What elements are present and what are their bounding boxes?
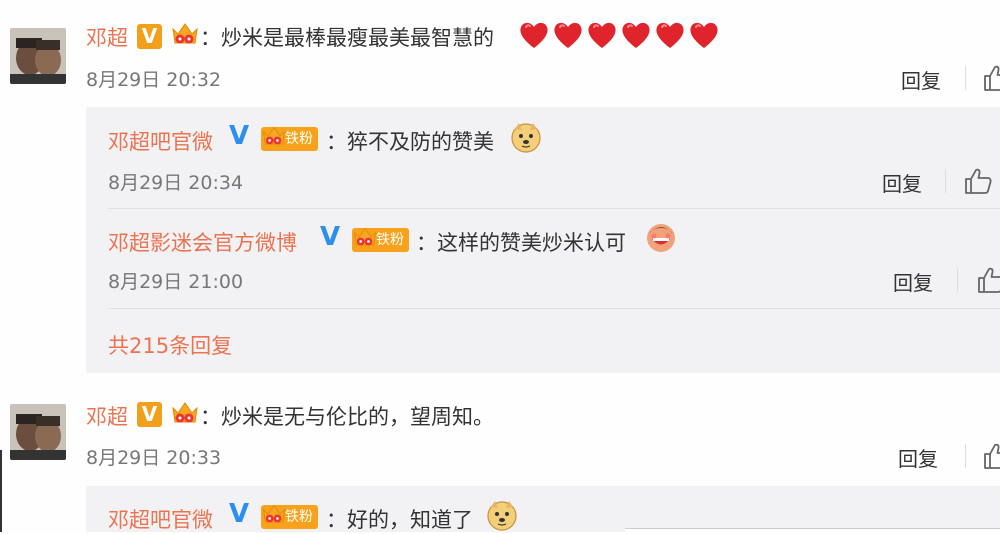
- reply-time: 8月29日 20:34: [108, 172, 244, 194]
- badge-label: 铁粉: [285, 509, 313, 525]
- comment-author[interactable]: 邓超: [86, 22, 128, 52]
- verified-v-blue-icon: V: [229, 499, 250, 529]
- divider: [957, 268, 958, 292]
- doge-icon: [486, 499, 518, 531]
- crown-heart-icon: [170, 400, 200, 428]
- hearts-row: [518, 20, 720, 50]
- crown-heart-icon: [261, 123, 287, 151]
- comment-text: ：炒米是无与伦比的，望周知。: [200, 405, 494, 429]
- doge-icon: [510, 121, 542, 153]
- verified-v-orange-icon: V: [137, 402, 162, 427]
- reply-button[interactable]: 回复: [898, 443, 938, 472]
- heart-icon: [518, 20, 550, 50]
- reply-author[interactable]: 邓超吧官微: [108, 504, 213, 534]
- verified-v-orange-icon: V: [137, 24, 162, 49]
- reply-button[interactable]: 回复: [901, 65, 941, 94]
- more-replies-link[interactable]: 共215条回复: [108, 330, 232, 360]
- comment-time: 8月29日 20:33: [86, 447, 222, 469]
- verified-v-blue-icon: V: [229, 121, 250, 151]
- reply-text: ：好的，知道了: [326, 508, 473, 532]
- divider: [965, 66, 966, 90]
- heart-icon: [620, 20, 652, 50]
- reply-time: 8月29日 21:00: [108, 271, 244, 293]
- heart-icon: [688, 20, 720, 50]
- like-icon[interactable]: [982, 63, 1000, 93]
- overlay-edge: [625, 528, 1000, 533]
- like-icon[interactable]: [982, 441, 1000, 471]
- iron-fan-badge: 铁粉: [261, 127, 318, 151]
- heart-icon: [586, 20, 618, 50]
- like-icon[interactable]: [963, 166, 993, 196]
- divider: [108, 208, 1000, 209]
- crown-heart-icon: [170, 21, 200, 49]
- avatar[interactable]: [10, 28, 66, 84]
- crown-heart-icon: [352, 224, 378, 252]
- blush-face-icon: [645, 222, 677, 254]
- heart-icon: [654, 20, 686, 50]
- divider: [108, 308, 1000, 309]
- badge-label: 铁粉: [376, 232, 404, 248]
- reply-author[interactable]: 邓超影迷会官方微博: [108, 227, 297, 257]
- reply-button[interactable]: 回复: [882, 168, 922, 197]
- comment-text: ：炒米是最棒最瘦最美最智慧的: [200, 26, 494, 50]
- reply-box: [86, 486, 1000, 532]
- crown-heart-icon: [261, 501, 287, 529]
- like-icon[interactable]: [976, 265, 1000, 295]
- badge-label: 铁粉: [285, 131, 313, 147]
- window-edge: [0, 450, 2, 532]
- iron-fan-badge: 铁粉: [352, 228, 409, 252]
- verified-v-blue-icon: V: [320, 222, 341, 252]
- divider: [945, 169, 946, 193]
- divider: [965, 444, 966, 468]
- reply-author[interactable]: 邓超吧官微: [108, 126, 213, 156]
- comment-time: 8月29日 20:32: [86, 69, 222, 91]
- reply-text: ：猝不及防的赞美: [326, 130, 494, 154]
- iron-fan-badge: 铁粉: [261, 505, 318, 529]
- reply-button[interactable]: 回复: [893, 267, 933, 296]
- avatar[interactable]: [10, 404, 66, 460]
- heart-icon: [552, 20, 584, 50]
- comment-author[interactable]: 邓超: [86, 401, 128, 431]
- reply-text: ：这样的赞美炒米认可: [416, 231, 626, 255]
